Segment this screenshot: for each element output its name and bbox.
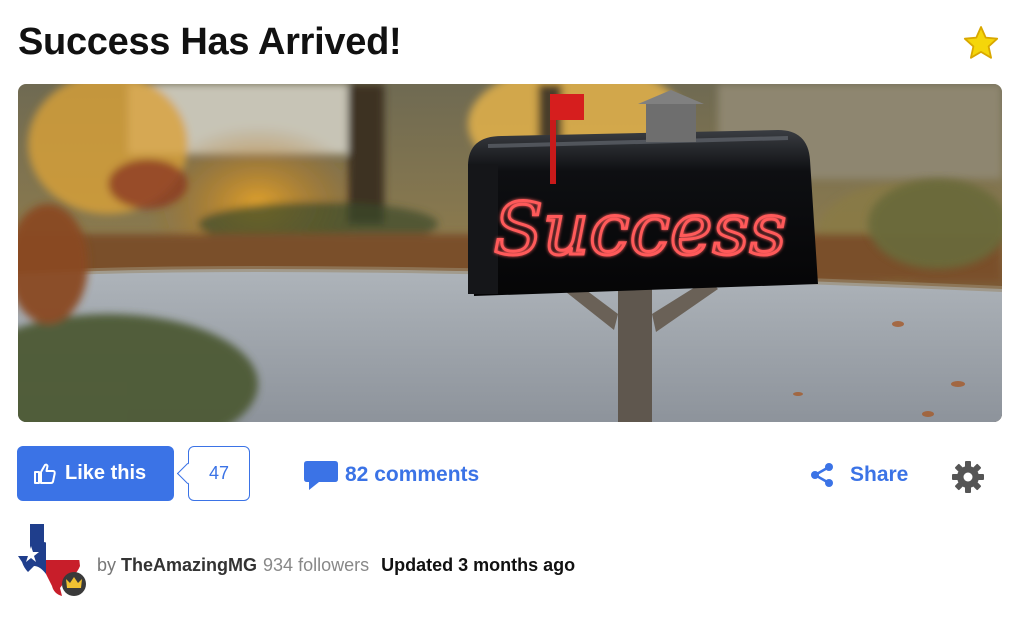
mailbox-text: Success (494, 187, 787, 271)
thumbs-up-icon (34, 463, 56, 484)
author-name-link[interactable]: TheAmazingMG (121, 555, 257, 576)
share-label: Share (850, 463, 909, 486)
article-title: Success Has Arrived! (18, 21, 402, 63)
by-label: by (97, 554, 117, 575)
share-button[interactable]: Share (808, 458, 908, 492)
author-avatar[interactable] (16, 522, 88, 598)
settings-button[interactable] (950, 459, 986, 495)
like-count: 47 (188, 446, 250, 501)
share-icon (811, 463, 833, 487)
gear-icon (952, 461, 984, 493)
star-icon (963, 26, 999, 59)
byline: by TheAmazingMG 934 followers Updated 3 … (97, 552, 575, 578)
comment-bubble-icon (304, 461, 338, 490)
author-followers: 934 followers (263, 554, 370, 575)
like-label: Like this (65, 462, 147, 484)
comments-link[interactable]: 82 comments (303, 458, 479, 492)
favorite-button[interactable] (962, 24, 1000, 62)
like-button[interactable]: Like this (17, 446, 174, 501)
comments-label: 82 comments (345, 463, 480, 486)
hero-image: Success (18, 84, 1002, 422)
updated-timestamp: Updated 3 months ago (381, 554, 576, 575)
